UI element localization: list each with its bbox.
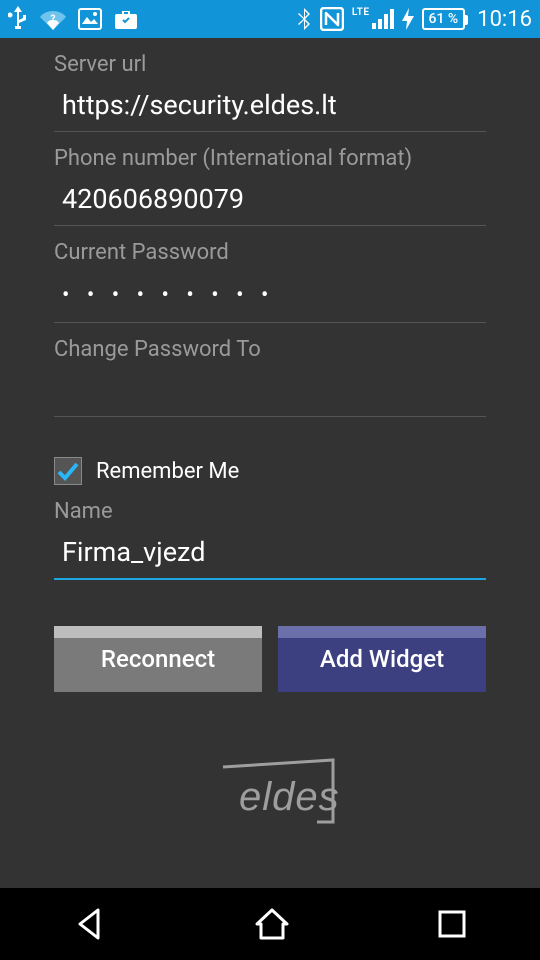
add-widget-button-label: Add Widget [320, 645, 444, 673]
current-password-label: Current Password [54, 240, 486, 265]
status-bar: ? LTE 61 % 10:16 [0, 0, 540, 38]
change-password-label: Change Password To [54, 337, 486, 362]
name-input[interactable] [54, 528, 486, 580]
navigation-bar [0, 888, 540, 960]
change-password-input[interactable] [54, 366, 486, 417]
reconnect-button[interactable]: Reconnect [54, 626, 262, 692]
battery-indicator: 61 % [422, 8, 466, 30]
name-label: Name [54, 499, 486, 524]
status-clock: 10:16 [477, 7, 532, 32]
phone-input[interactable] [54, 175, 486, 226]
nfc-icon [320, 7, 344, 31]
remember-me-checkbox[interactable] [54, 457, 82, 485]
remember-me-label: Remember Me [96, 459, 239, 484]
usb-icon [8, 6, 28, 32]
brand-logo: eldes [54, 752, 486, 832]
signal-icon [372, 9, 394, 29]
recent-icon[interactable] [436, 908, 468, 940]
home-icon[interactable] [253, 906, 291, 942]
battery-text: 61 % [429, 11, 459, 27]
server-url-input[interactable] [54, 81, 486, 132]
network-type-label: LTE [352, 7, 370, 18]
reconnect-button-label: Reconnect [101, 645, 215, 673]
current-password-input[interactable]: • • • • • • • • • [54, 269, 486, 323]
briefcase-icon [114, 8, 138, 30]
wifi-icon: ? [40, 8, 66, 30]
phone-label: Phone number (International format) [54, 146, 486, 171]
svg-text:?: ? [51, 14, 56, 25]
bluetooth-icon [296, 7, 312, 31]
charging-icon [402, 8, 414, 30]
settings-form: Server url Phone number (International f… [0, 52, 540, 832]
gallery-icon [78, 8, 102, 30]
back-icon[interactable] [72, 906, 108, 942]
add-widget-button[interactable]: Add Widget [278, 626, 486, 692]
server-url-label: Server url [54, 52, 486, 77]
svg-text:eldes: eldes [239, 775, 340, 819]
